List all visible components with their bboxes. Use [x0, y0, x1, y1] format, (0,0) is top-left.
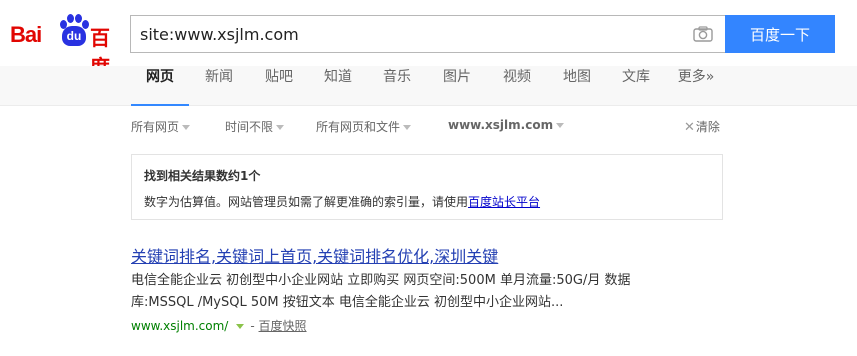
result-abstract: 电信全能企业云 初创型中小企业网站 立即购买 网页空间:500M 单月流量:50…: [131, 273, 631, 310]
logo-paw-text: du: [66, 29, 82, 43]
tab-video[interactable]: 视频: [497, 66, 537, 106]
tab-more[interactable]: 更多»: [673, 66, 719, 106]
tab-images[interactable]: 图片: [437, 66, 477, 106]
baidu-logo[interactable]: Bai du 百度: [10, 12, 122, 79]
tab-web[interactable]: 网页: [131, 66, 189, 106]
filter-site[interactable]: www.xsjlm.com: [448, 118, 565, 132]
tab-tieba[interactable]: 贴吧: [259, 66, 299, 106]
camera-icon[interactable]: [693, 26, 713, 42]
caret-down-icon: [276, 125, 285, 130]
caret-down-icon[interactable]: [236, 324, 245, 329]
result-url[interactable]: www.xsjlm.com/: [131, 319, 228, 333]
result-count: 找到相关结果数约1个: [144, 169, 261, 183]
tab-music[interactable]: 音乐: [377, 66, 417, 106]
filter-scope[interactable]: 所有网页: [131, 118, 191, 135]
search-button[interactable]: 百度一下: [725, 15, 835, 53]
caret-down-icon: [182, 125, 191, 130]
snapshot-link[interactable]: 百度快照: [259, 319, 307, 333]
webmaster-platform-link[interactable]: 百度站长平台: [468, 195, 540, 209]
caret-down-icon: [403, 125, 412, 130]
tab-wenku[interactable]: 文库: [616, 66, 656, 106]
search-filters: 所有网页 时间不限 所有网页和文件 www.xsjlm.com ✕清除: [0, 118, 857, 138]
close-icon: ✕: [684, 120, 695, 135]
header: Bai du 百度 百度一下: [0, 0, 857, 79]
tab-map[interactable]: 地图: [557, 66, 597, 106]
logo-latin-text: Bai: [10, 22, 42, 47]
result-title-link[interactable]: 关键词排名,关键词上首页,关键词排名优化,深圳关键: [131, 243, 498, 267]
search-input[interactable]: [131, 16, 681, 52]
filter-filetype[interactable]: 所有网页和文件: [316, 118, 412, 135]
tabs-bar: 网页 新闻 贴吧 知道 音乐 图片 视频 地图 文库 更多»: [0, 66, 857, 106]
filter-time[interactable]: 时间不限: [225, 118, 285, 135]
result-count-box: 找到相关结果数约1个 数字为估算值。网站管理员如需了解更准确的索引量，请使用百度…: [131, 154, 723, 220]
caret-down-icon: [556, 123, 565, 128]
search-box: [130, 15, 726, 53]
result-url-line: www.xsjlm.com/ - 百度快照: [131, 317, 307, 334]
separator: -: [250, 319, 255, 333]
index-note: 数字为估算值。网站管理员如需了解更准确的索引量，请使用百度站长平台: [144, 195, 541, 209]
clear-filters-button[interactable]: ✕清除: [684, 118, 720, 135]
tab-zhidao[interactable]: 知道: [318, 66, 358, 106]
tab-news[interactable]: 新闻: [199, 66, 239, 106]
paw-icon: du: [56, 12, 92, 52]
